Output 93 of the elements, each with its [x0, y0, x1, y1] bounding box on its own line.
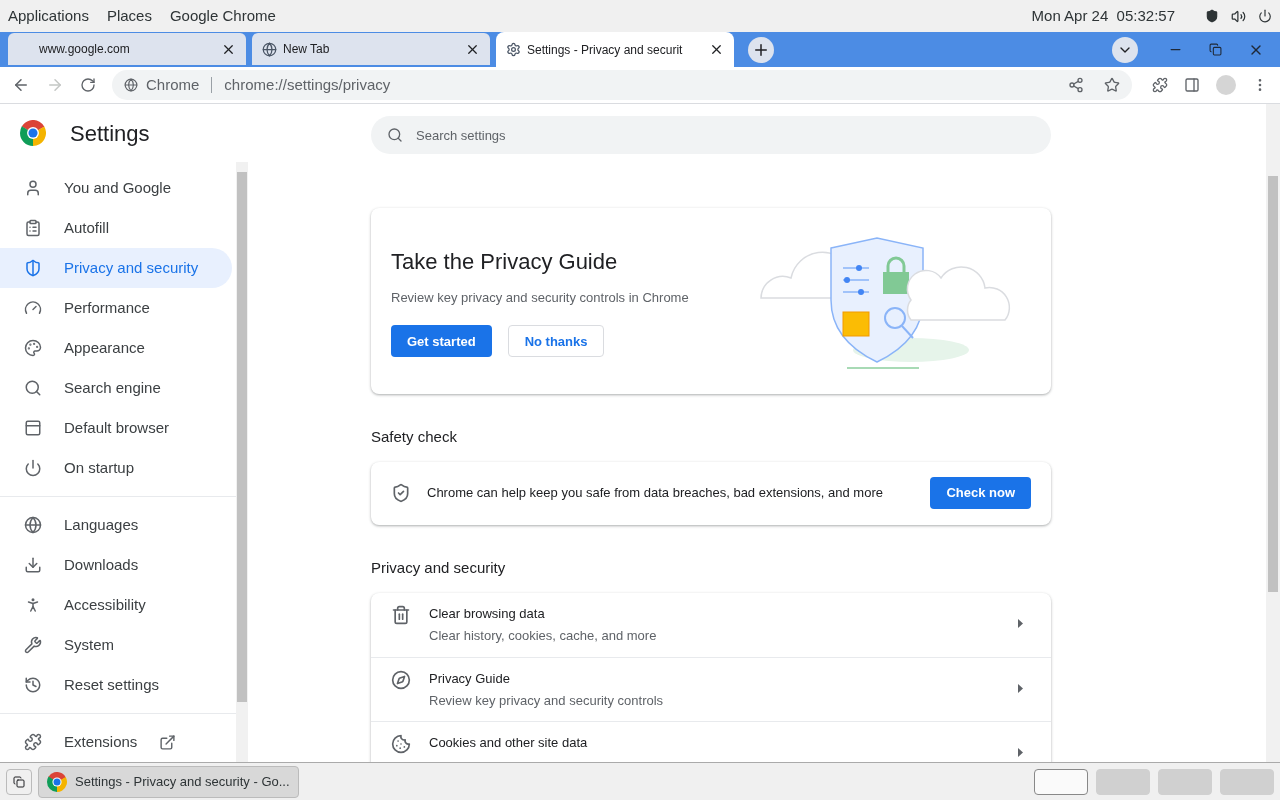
share-icon[interactable] [1068, 77, 1084, 93]
tab-search-button[interactable] [1112, 36, 1138, 63]
browser-tab[interactable]: Settings - Privacy and securit [496, 32, 734, 67]
workspace-switcher[interactable] [1096, 768, 1150, 795]
row-title: Clear browsing data [429, 605, 546, 623]
row-title: Privacy Guide [429, 670, 511, 688]
sidebar-item[interactable]: Accessibility [0, 585, 232, 625]
download-icon [24, 556, 42, 574]
close-icon[interactable] [709, 42, 724, 57]
browser-tab[interactable]: New Tab [252, 33, 490, 65]
cookie-icon [391, 734, 411, 754]
clock[interactable]: Mon Apr 24 05:32:57 [1031, 4, 1175, 28]
star-icon[interactable] [1104, 77, 1120, 93]
row-title: Cookies and other site data [429, 734, 589, 752]
power-icon[interactable] [1258, 9, 1272, 23]
taskbar-window-button[interactable]: Settings - Privacy and security - Go... [38, 765, 299, 798]
caret-right-icon [1018, 684, 1023, 693]
puzzle-piece-icon[interactable] [1152, 77, 1168, 93]
power-icon [24, 459, 42, 477]
shield-icon[interactable] [1205, 9, 1219, 23]
palette-icon [24, 339, 42, 357]
chrome-logo-icon [20, 120, 46, 146]
section-heading: Safety check [371, 427, 458, 447]
gauge-icon [24, 299, 42, 317]
browser-tab[interactable]: www.google.com [8, 33, 246, 65]
globe-icon [262, 41, 277, 57]
windows-icon [13, 775, 25, 788]
scrollbar[interactable] [1266, 104, 1280, 762]
puzzle-piece-icon [24, 733, 42, 751]
row-subtitle: Review key privacy and security controls [429, 691, 665, 710]
site-label: Chrome [146, 74, 200, 95]
safety-check-text: Chrome can help keep you safe from data breaches, bad extensions, and more [427, 484, 884, 503]
sidebar-item[interactable]: On startup [0, 448, 232, 488]
workspace-switcher[interactable] [1034, 768, 1088, 795]
card-description: Review key privacy and security controls in Chrome [391, 288, 690, 307]
trash-icon [391, 605, 411, 625]
person-icon [24, 179, 42, 197]
search-icon [24, 379, 42, 397]
sidebar-item[interactable]: You and Google [0, 168, 232, 208]
caret-right-icon [1018, 748, 1023, 757]
workspace-switcher[interactable] [1158, 768, 1212, 795]
panel-menu[interactable]: Applications [8, 4, 89, 28]
workspace-switcher[interactable] [1220, 768, 1274, 795]
shield-check-icon [391, 483, 411, 503]
chrome-logo-icon [47, 771, 67, 792]
back-icon[interactable] [12, 76, 30, 94]
sidebar-item[interactable]: Autofill [0, 208, 232, 248]
search-field[interactable]: Search settings [371, 116, 1051, 154]
tab-title: Settings - Privacy and securit [527, 41, 684, 59]
wrench-icon [24, 636, 42, 654]
url-text: chrome://settings/privacy [224, 74, 391, 95]
sidebar-item[interactable]: Appearance [0, 328, 232, 368]
restore-icon[interactable] [1209, 43, 1222, 56]
sidebar-item[interactable]: Extensions [0, 722, 232, 762]
sidebar-item[interactable]: Languages [0, 505, 232, 545]
external-link-icon [159, 733, 177, 751]
scrollbar[interactable] [236, 162, 248, 762]
panel-menu[interactable]: Google Chrome [169, 4, 276, 28]
check-now-button[interactable]: Check now [930, 477, 1031, 509]
compass-icon [391, 670, 411, 690]
sidebar-item[interactable]: System [0, 625, 232, 665]
settings-row[interactable]: Privacy Guide Review key privacy and security controls [371, 657, 1051, 721]
dismiss-button[interactable]: No thanks [507, 325, 605, 358]
tab-title: www.google.com [39, 41, 131, 58]
sidebar-item[interactable]: Search engine [0, 368, 232, 408]
sidebar-item[interactable]: Privacy and security [0, 248, 232, 288]
address-bar[interactable]: Chrome chrome://settings/privacy [112, 70, 1132, 100]
settings-title: Settings [70, 119, 150, 148]
panel-menu[interactable]: Places [106, 4, 152, 28]
sidebar-item[interactable]: Performance [0, 288, 232, 328]
shield-icon [24, 259, 42, 277]
settings-row[interactable]: Clear browsing data Clear history, cookies, cache, and more [371, 593, 1051, 657]
site-icon [124, 78, 138, 92]
show-desktop-button[interactable] [6, 768, 32, 795]
side-panel-icon[interactable] [1184, 77, 1200, 93]
tab-title: New Tab [283, 41, 331, 58]
reload-icon[interactable] [80, 77, 96, 93]
globe-icon [24, 516, 42, 534]
sidebar-item[interactable]: Reset settings [0, 665, 232, 705]
gear-icon [506, 42, 521, 57]
section-heading: Privacy and security [371, 557, 507, 578]
clipboard-icon [24, 219, 42, 237]
sidebar-item[interactable]: Downloads [0, 545, 232, 585]
new-tab-button[interactable] [748, 36, 774, 63]
history-icon [24, 676, 42, 694]
sidebar-item[interactable]: Default browser [0, 408, 232, 448]
search-icon [387, 127, 403, 143]
volume-icon[interactable] [1231, 8, 1246, 24]
caret-right-icon [1018, 619, 1023, 628]
row-subtitle: Clear history, cookies, cache, and more [429, 626, 658, 645]
get-started-button[interactable]: Get started [391, 325, 492, 358]
browser-window-icon [24, 419, 42, 437]
card-title: Take the Privacy Guide [391, 247, 619, 276]
